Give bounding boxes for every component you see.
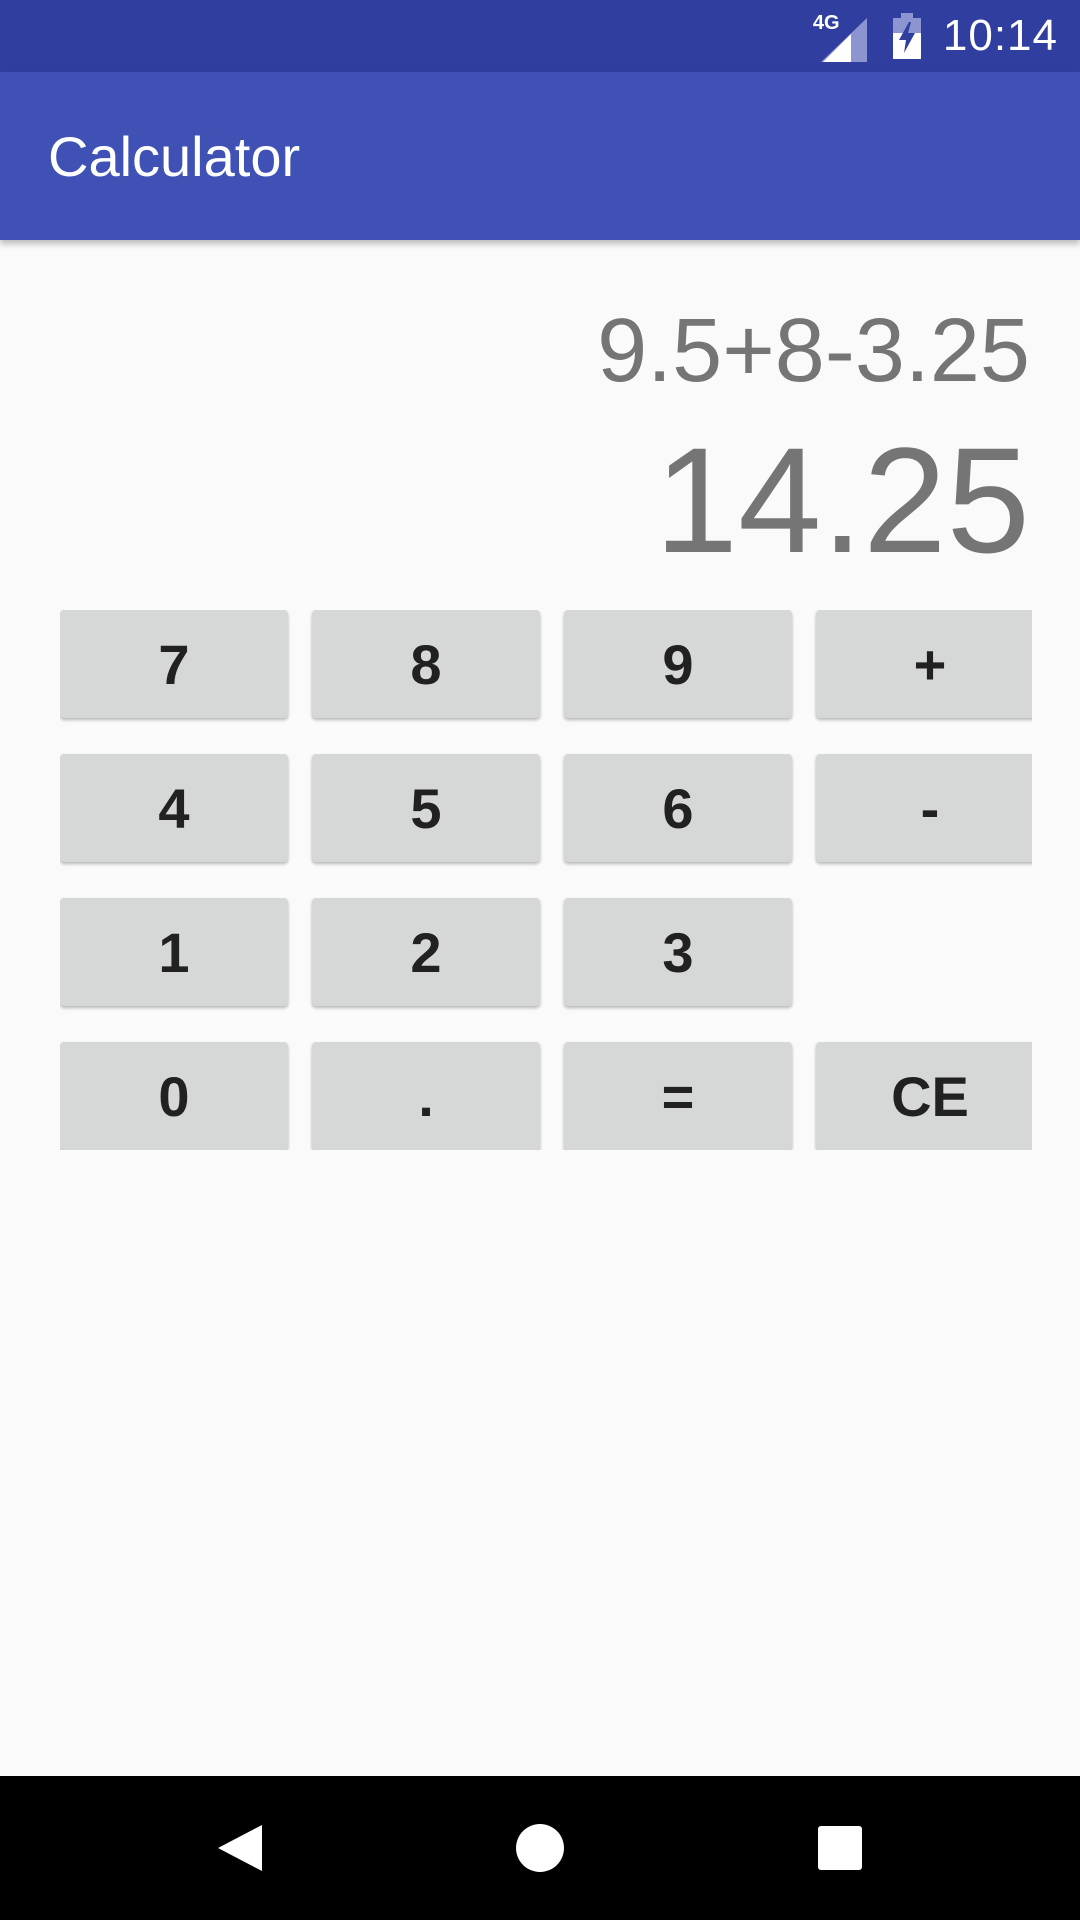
- recents-button[interactable]: [780, 1776, 900, 1920]
- back-icon: [218, 1825, 262, 1871]
- status-icons: 4G 10:14: [813, 0, 1058, 72]
- battery-charging-icon: [892, 13, 921, 59]
- key-0[interactable]: 0: [60, 1042, 288, 1150]
- app-title: Calculator: [48, 125, 301, 188]
- key-7[interactable]: 7: [60, 610, 288, 718]
- key-9[interactable]: 9: [564, 610, 792, 718]
- key-plus[interactable]: +: [816, 610, 1032, 718]
- key-5[interactable]: 5: [312, 754, 540, 862]
- key-decimal[interactable]: .: [312, 1042, 540, 1150]
- home-icon: [516, 1824, 564, 1872]
- expression-display: 9.5+8-3.25: [597, 301, 1030, 401]
- calculator-screen: 4G 10:14 Calculator 9.5+8-3.25 14.25 7 8…: [0, 0, 1080, 1920]
- key-1[interactable]: 1: [60, 898, 288, 1006]
- key-clear-entry[interactable]: CE: [816, 1042, 1032, 1150]
- status-bar: 4G 10:14: [0, 0, 1080, 72]
- key-8[interactable]: 8: [312, 610, 540, 718]
- key-2[interactable]: 2: [312, 898, 540, 1006]
- app-bar: Calculator: [0, 72, 1080, 240]
- navigation-bar: [0, 1776, 1080, 1920]
- signal-icon: [820, 18, 867, 62]
- home-button[interactable]: [480, 1776, 600, 1920]
- key-3[interactable]: 3: [564, 898, 792, 1006]
- key-equals[interactable]: =: [564, 1042, 792, 1150]
- result-display: 14.25: [654, 416, 1030, 584]
- key-6[interactable]: 6: [564, 754, 792, 862]
- status-time: 10:14: [942, 11, 1058, 60]
- back-button[interactable]: [180, 1776, 300, 1920]
- key-4[interactable]: 4: [60, 754, 288, 862]
- key-minus[interactable]: -: [816, 754, 1032, 862]
- keypad: 7 8 9 + 4 5 6 - 1 2 3 0 . = CE: [60, 610, 1032, 1150]
- recents-icon: [818, 1826, 862, 1870]
- signal-indicator: 4G: [813, 8, 871, 64]
